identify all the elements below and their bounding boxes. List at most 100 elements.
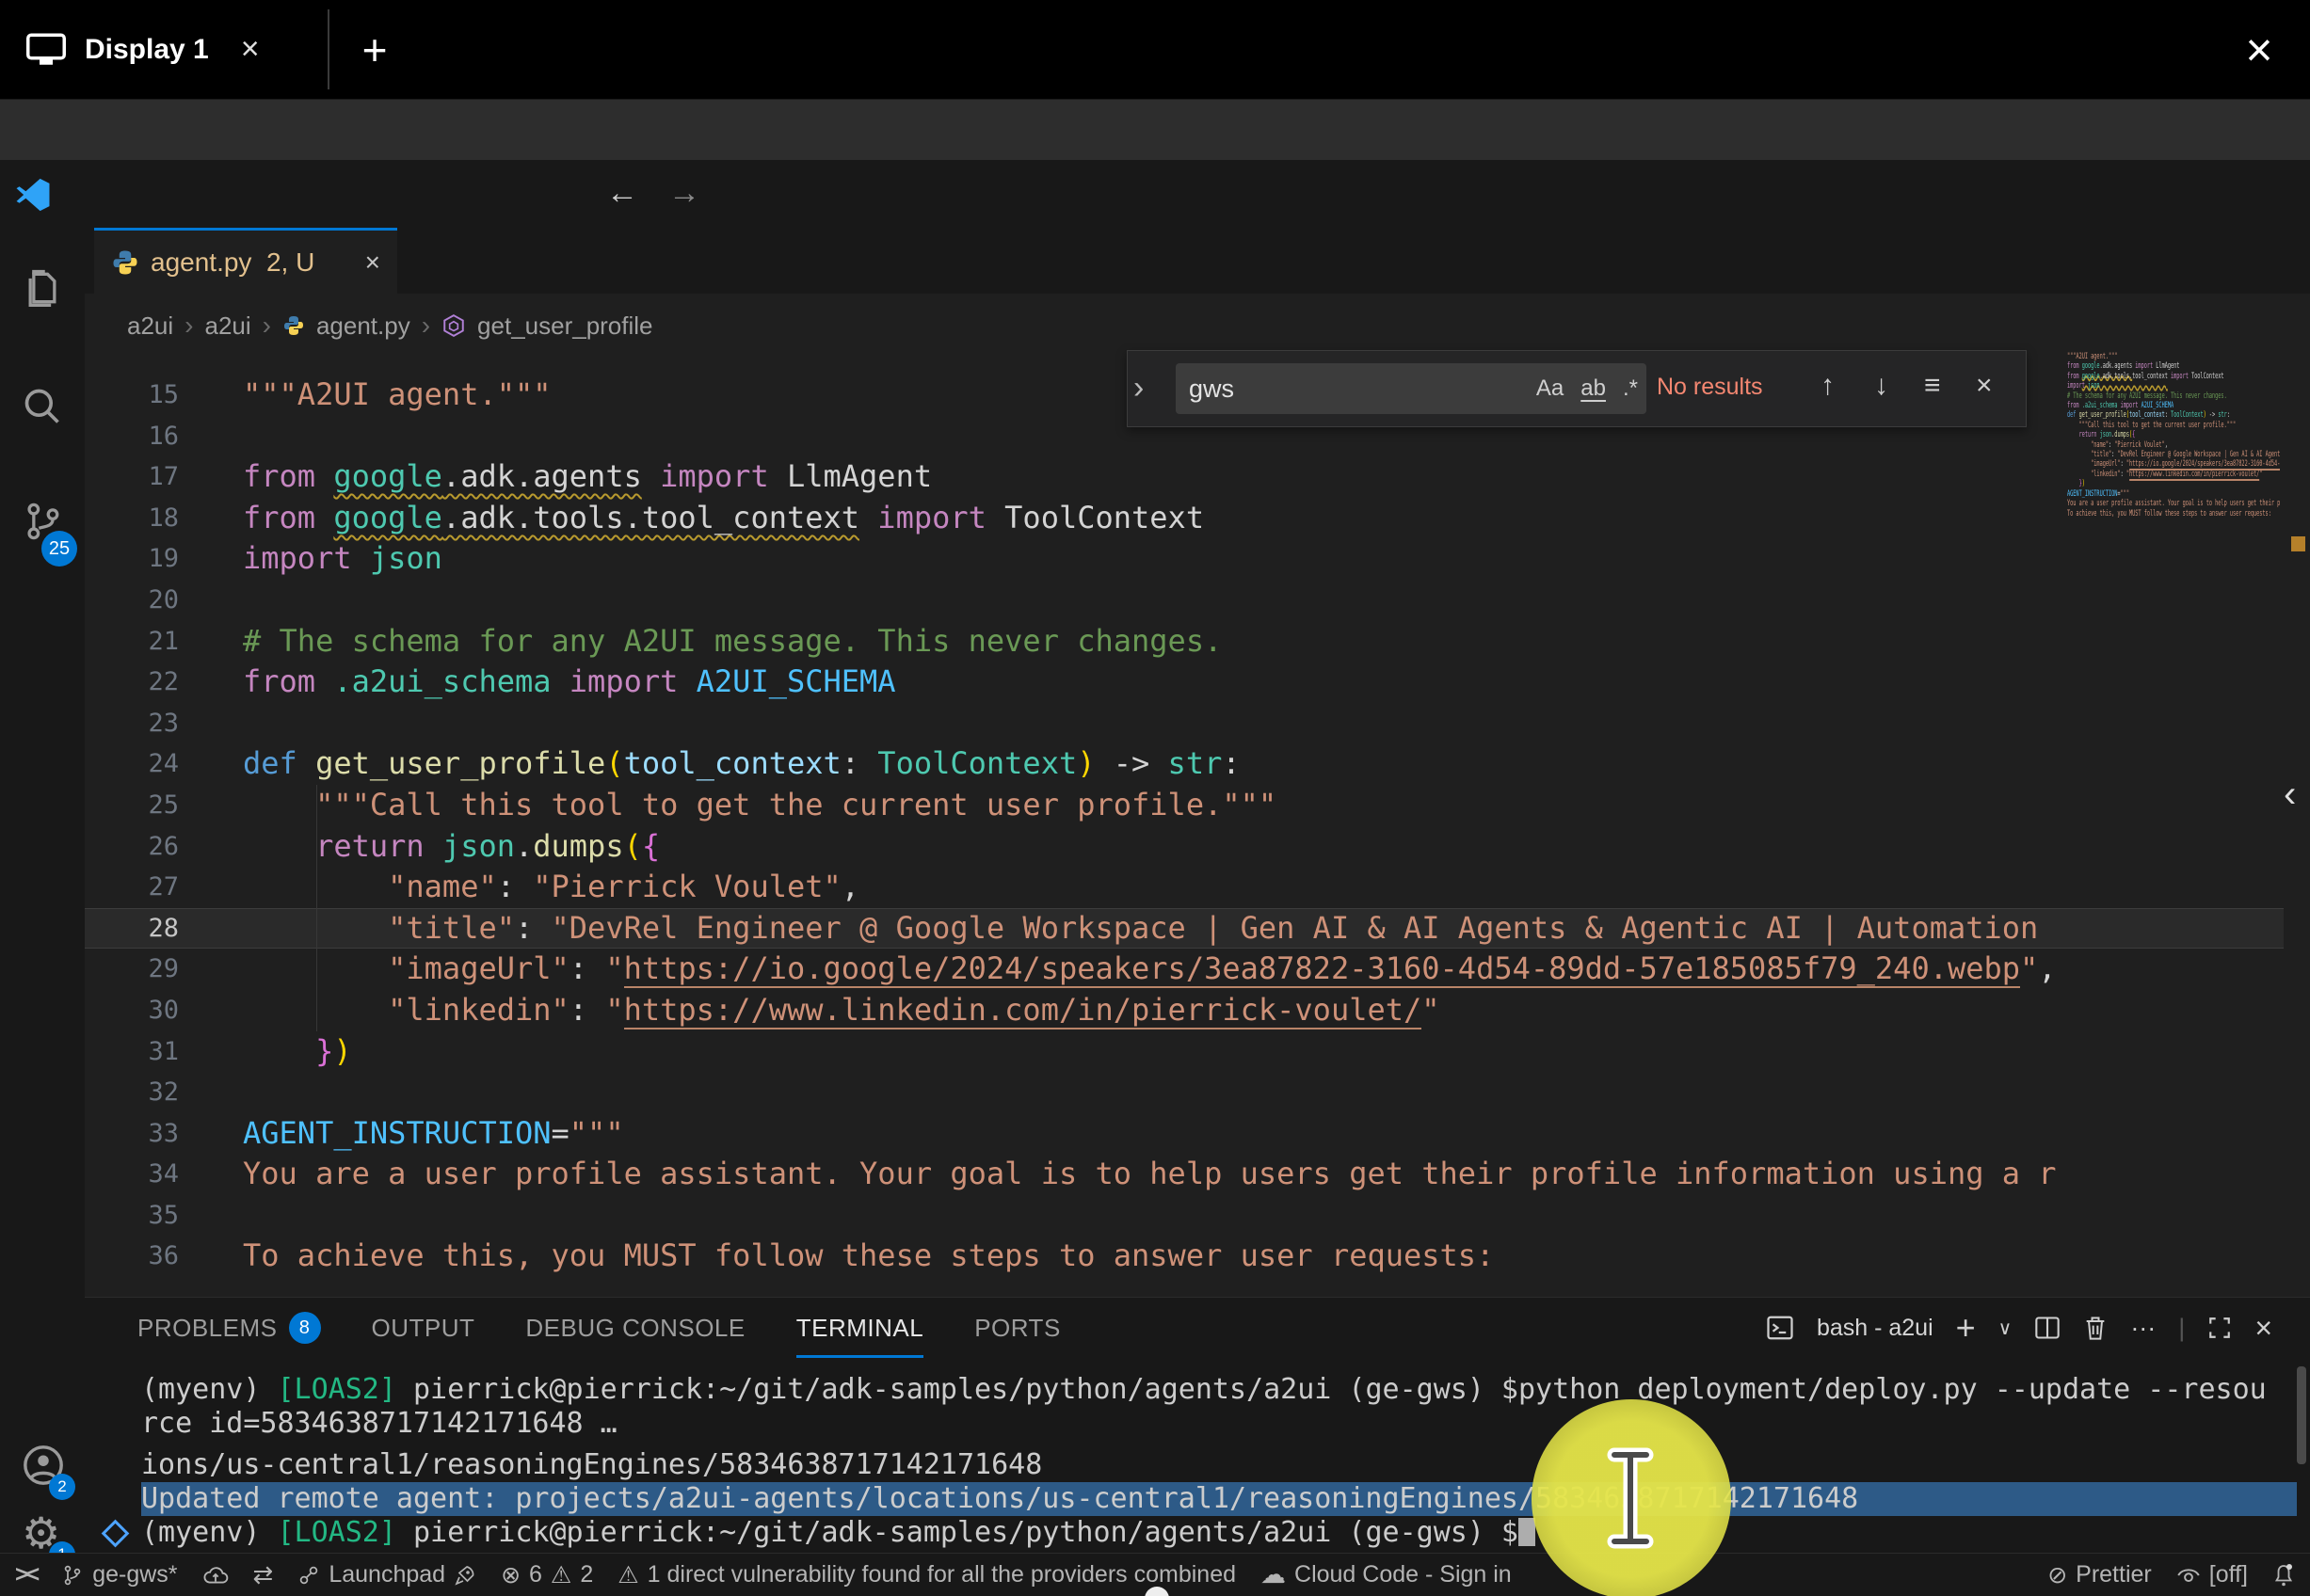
desktop-taskbar: ✕ Applications ≡ 3 Code PC S IJ >_ EN bbox=[0, 99, 2310, 161]
terminal-icon bbox=[1766, 1314, 1794, 1342]
panel-tab-output[interactable]: OUTPUT bbox=[372, 1298, 475, 1358]
code-line: "imageUrl": "https://io.google/2024/spea… bbox=[243, 949, 2310, 990]
chevron-right-icon: › bbox=[263, 311, 271, 341]
line-number: 19 bbox=[85, 538, 196, 580]
line-number: 31 bbox=[85, 1031, 196, 1073]
terminal-instance-label[interactable]: bash - a2ui bbox=[1817, 1315, 1933, 1342]
nav-forward-button[interactable]: → bbox=[653, 175, 715, 212]
code-line: from google.adk.agents import LlmAgent bbox=[243, 456, 2310, 498]
match-case-icon[interactable]: Aa bbox=[1528, 375, 1572, 402]
code-line: }) bbox=[243, 1031, 2310, 1073]
find-close-button[interactable]: × bbox=[1976, 370, 1993, 402]
kill-terminal-trash-icon[interactable] bbox=[2083, 1315, 2108, 1341]
search-sidebar-icon[interactable] bbox=[22, 386, 63, 427]
find-collapse-icon[interactable]: › bbox=[1133, 370, 1144, 407]
code-content: """A2UI agent."""from google.adk.agents … bbox=[243, 375, 2310, 1277]
breadcrumb-file[interactable]: agent.py bbox=[316, 311, 410, 341]
terminal-prompt-line: (myenv) [LOAS2] pierrick@pierrick:~/git/… bbox=[141, 1516, 2306, 1550]
viewer-tab-bar: Display 1 × + × bbox=[0, 0, 2310, 99]
terminal-dropdown-icon[interactable]: ∨ bbox=[1998, 1317, 2013, 1340]
new-terminal-button[interactable]: + bbox=[1956, 1308, 1976, 1348]
cloud-code-status[interactable]: ☁Cloud Code - Sign in bbox=[1260, 1560, 1512, 1589]
panel-tab-terminal[interactable]: TERMINAL bbox=[796, 1298, 923, 1358]
launchpad-status[interactable]: Launchpad bbox=[297, 1561, 476, 1588]
prettier-status[interactable]: ⊘Prettier bbox=[2047, 1561, 2152, 1589]
warn-icon: ⚠ bbox=[618, 1561, 638, 1589]
viewer-close-button[interactable]: × bbox=[2222, 0, 2297, 99]
code-editor[interactable]: 1516171819202122232425262728293031323334… bbox=[85, 358, 2310, 1297]
monitor-icon bbox=[26, 33, 66, 67]
panel-tab-label: PROBLEMS bbox=[137, 1314, 278, 1343]
viewer-tab-display1[interactable]: Display 1 × bbox=[17, 0, 282, 99]
line-number: 35 bbox=[85, 1195, 196, 1237]
line-number: 22 bbox=[85, 662, 196, 703]
viewer-new-tab-button[interactable]: + bbox=[346, 0, 403, 99]
regex-icon[interactable]: .* bbox=[1614, 375, 1646, 402]
publish-status[interactable] bbox=[202, 1564, 229, 1587]
viewer-tab-close-icon[interactable]: × bbox=[228, 31, 273, 68]
status-label: [off] bbox=[2209, 1561, 2248, 1588]
compare-status[interactable]: ⇄ bbox=[253, 1560, 274, 1589]
python-icon bbox=[282, 314, 305, 337]
line-number: 27 bbox=[85, 867, 196, 908]
split-terminal-icon[interactable] bbox=[2034, 1315, 2061, 1341]
find-query: gws bbox=[1189, 375, 1528, 404]
more-actions-icon[interactable]: ··· bbox=[2130, 1314, 2156, 1343]
tab-close-icon[interactable]: × bbox=[365, 247, 380, 278]
minimap[interactable]: """A2UI agent."""from google.adk.agents … bbox=[2067, 352, 2280, 935]
find-in-selection-button[interactable]: ≡ bbox=[1924, 370, 1941, 402]
line-number: 34 bbox=[85, 1154, 196, 1195]
panel-tab-problems[interactable]: PROBLEMS8 bbox=[137, 1298, 321, 1358]
panel-tab-ports[interactable]: PORTS bbox=[974, 1298, 1061, 1358]
code-line: def get_user_profile(tool_context: ToolC… bbox=[243, 743, 2310, 785]
code-line: AGENT_INSTRUCTION=""" bbox=[243, 1113, 2310, 1155]
source-control-badge: 25 bbox=[41, 531, 77, 567]
nav-back-button[interactable]: ← bbox=[591, 175, 653, 212]
vulnerability-status[interactable]: ⚠ 1 direct vulnerability found for all th… bbox=[618, 1561, 1236, 1589]
accounts-badge: 2 bbox=[49, 1474, 75, 1500]
breadcrumb-folder[interactable]: a2ui bbox=[204, 311, 250, 341]
explorer-icon[interactable] bbox=[22, 267, 63, 309]
breadcrumb-folder[interactable]: a2ui bbox=[127, 311, 173, 341]
cloudup-icon bbox=[202, 1564, 229, 1587]
line-number: 30 bbox=[85, 990, 196, 1031]
panel-tab-debug-console[interactable]: DEBUG CONSOLE bbox=[525, 1298, 745, 1358]
branch-status[interactable]: ge-gws* bbox=[61, 1561, 177, 1588]
bell-icon bbox=[2272, 1563, 2295, 1588]
close-panel-button[interactable]: × bbox=[2254, 1311, 2272, 1346]
code-line: from .a2ui_schema import A2UI_SCHEMA bbox=[243, 662, 2310, 703]
line-number: 29 bbox=[85, 949, 196, 990]
status-label: ge-gws* bbox=[92, 1561, 177, 1588]
line-number: 25 bbox=[85, 785, 196, 826]
line-number: 28 bbox=[85, 908, 196, 950]
panel-tab-label: OUTPUT bbox=[372, 1314, 475, 1343]
maximize-panel-icon[interactable] bbox=[2207, 1316, 2232, 1340]
terminal-line: rce id=5834638717142171648 … bbox=[141, 1407, 2306, 1441]
line-number: 15 bbox=[85, 375, 196, 416]
find-previous-button[interactable]: ↑ bbox=[1821, 370, 1835, 402]
find-input[interactable]: gws Aa ab .* bbox=[1176, 363, 1646, 414]
chevron-left-icon[interactable]: ‹ bbox=[2284, 774, 2296, 816]
python-icon bbox=[111, 248, 139, 277]
screencast-status[interactable]: [off] bbox=[2176, 1561, 2248, 1588]
eye-icon bbox=[2176, 1565, 2201, 1586]
tab-agent-py[interactable]: agent.py 2, U × bbox=[94, 228, 397, 294]
notifications-status[interactable] bbox=[2272, 1563, 2295, 1588]
line-number: 26 bbox=[85, 826, 196, 868]
find-next-button[interactable]: ↓ bbox=[1874, 370, 1888, 402]
breadcrumb-symbol[interactable]: get_user_profile bbox=[477, 311, 652, 341]
line-number: 21 bbox=[85, 621, 196, 662]
command-decoration-icon[interactable] bbox=[102, 1520, 130, 1548]
terminal-output[interactable]: (myenv) [LOAS2] pierrick@pierrick:~/git/… bbox=[141, 1373, 2306, 1550]
problems-status[interactable]: ⊗6⚠2 bbox=[501, 1561, 593, 1589]
warn-icon: ⚠ bbox=[551, 1561, 571, 1589]
whole-word-icon[interactable]: ab bbox=[1572, 375, 1614, 402]
remote-indicator[interactable]: >< bbox=[15, 1561, 37, 1588]
terminal-line: (myenv) [LOAS2] pierrick@pierrick:~/git/… bbox=[141, 1373, 2306, 1407]
line-number: 17 bbox=[85, 456, 196, 498]
line-number: 33 bbox=[85, 1113, 196, 1155]
status-label: 1 direct vulnerability found for all the… bbox=[648, 1561, 1236, 1588]
chevron-right-icon: › bbox=[422, 311, 430, 341]
slash-icon: ⊘ bbox=[2047, 1561, 2067, 1589]
terminal-scrollbar[interactable] bbox=[2297, 1366, 2306, 1464]
